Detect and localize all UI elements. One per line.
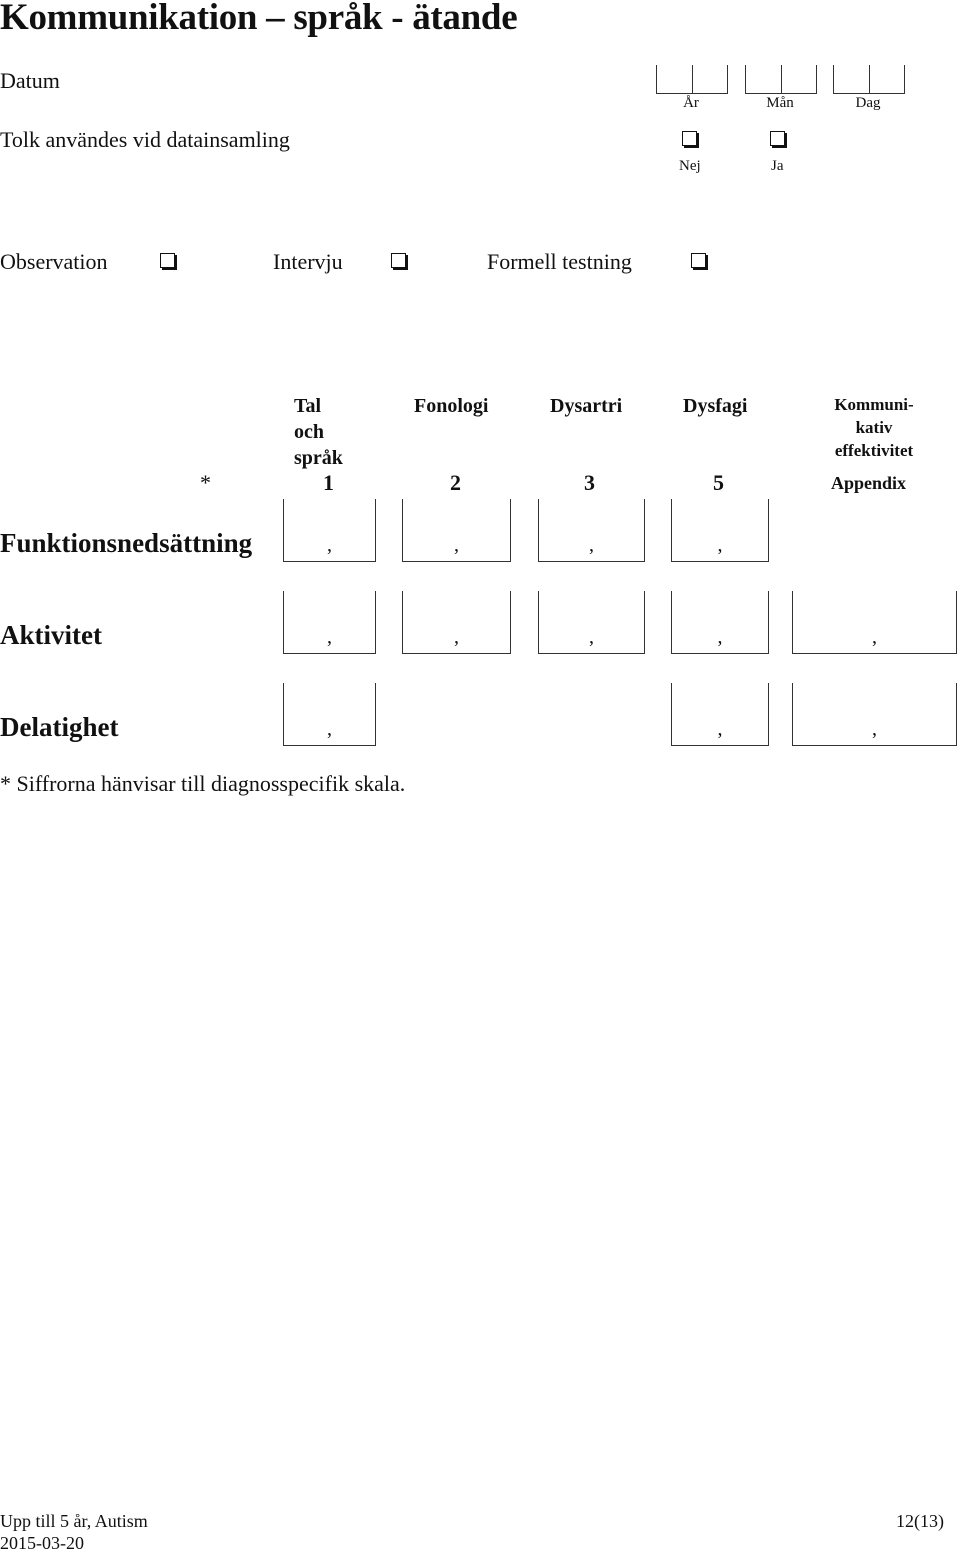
column-number-1: 1 [323,470,334,495]
interpreter-yes-label: Ja [771,158,784,174]
row-label-aktivitet: Aktivitet [0,620,102,650]
decimal-comma: , [589,626,594,648]
column-number-2: 2 [450,470,461,495]
column-header-line: Fonologi [414,395,489,417]
column-header-line: Tal [294,395,322,417]
delatighet-tal-field[interactable]: , [283,683,376,746]
interpreter-yes-checkbox[interactable] [770,131,785,146]
column-header-kommunikativ-effektivitet: Kommuni- kativ effektivitet [816,393,932,462]
column-appendix: Appendix [831,473,907,493]
asterisk-marker: * [200,470,211,495]
date-year-caption: År [683,95,699,111]
decimal-comma: , [872,626,877,648]
column-header-line: kativ [855,418,893,437]
row-label-funktionsnedsattning: Funktionsnedsättning [0,528,253,558]
method-formal-testing-checkbox[interactable] [691,253,706,268]
funktion-fonologi-field[interactable]: , [402,499,511,562]
decimal-comma: , [717,626,723,648]
column-header-dysartri: Dysartri [550,393,622,419]
funktion-dysfagi-field[interactable]: , [671,499,769,562]
aktivitet-dysartri-field[interactable]: , [538,591,645,654]
decimal-comma: , [717,718,723,740]
date-day-field[interactable] [833,65,905,94]
column-header-line: Kommuni- [834,395,914,414]
page-title: Kommunikation – språk - ätande [0,0,518,38]
column-header-fonologi: Fonologi [414,393,488,419]
date-day-caption: Dag [855,95,881,111]
column-header-line: språk [294,447,343,469]
aktivitet-tal-field[interactable]: , [283,591,376,654]
method-formal-testing-label: Formell testning [487,249,632,274]
footer-document-name: Upp till 5 år, Autism [0,1511,148,1531]
decimal-comma: , [717,534,723,556]
date-month-caption: Mån [766,95,794,111]
decimal-comma: , [454,534,459,556]
column-header-dysfagi: Dysfagi [683,393,747,419]
aktivitet-fonologi-field[interactable]: , [402,591,511,654]
interpreter-no-checkbox[interactable] [682,131,697,146]
column-header-line: Dysartri [550,395,623,417]
column-header-line: och [294,421,324,443]
footer-page-number: 12(13) [896,1511,944,1531]
date-year-field[interactable] [656,65,728,94]
decimal-comma: , [454,626,459,648]
method-observation-checkbox[interactable] [160,253,175,268]
method-observation-label: Observation [0,249,108,274]
column-number-3: 3 [584,470,595,495]
method-interview-label: Intervju [273,249,343,274]
aktivitet-kommunikativ-field[interactable]: , [792,591,957,654]
decimal-comma: , [327,626,332,648]
date-month-field[interactable] [745,65,817,94]
decimal-comma: , [589,534,594,556]
decimal-comma: , [327,718,332,740]
column-header-line: Dysfagi [683,395,748,417]
footer-date: 2015-03-20 [0,1533,84,1553]
aktivitet-dysfagi-field[interactable]: , [671,591,769,654]
interpreter-label: Tolk användes vid datainsamling [0,127,290,152]
interpreter-no-label: Nej [679,158,701,174]
delatighet-dysfagi-field[interactable]: , [671,683,769,746]
method-interview-checkbox[interactable] [391,253,406,268]
column-number-5: 5 [713,470,724,495]
row-label-delatighet: Delatighet [0,712,119,742]
delatighet-kommunikativ-field[interactable]: , [792,683,957,746]
footnote: * Siffrorna hänvisar till diagnosspecifi… [0,771,406,796]
column-header-tal-och-sprak: Tal och språk [294,393,343,471]
decimal-comma: , [872,718,877,740]
funktion-dysartri-field[interactable]: , [538,499,645,562]
date-label: Datum [0,68,60,93]
column-header-line: effektivitet [834,441,914,460]
funktion-tal-field[interactable]: , [283,499,376,562]
decimal-comma: , [327,534,332,556]
